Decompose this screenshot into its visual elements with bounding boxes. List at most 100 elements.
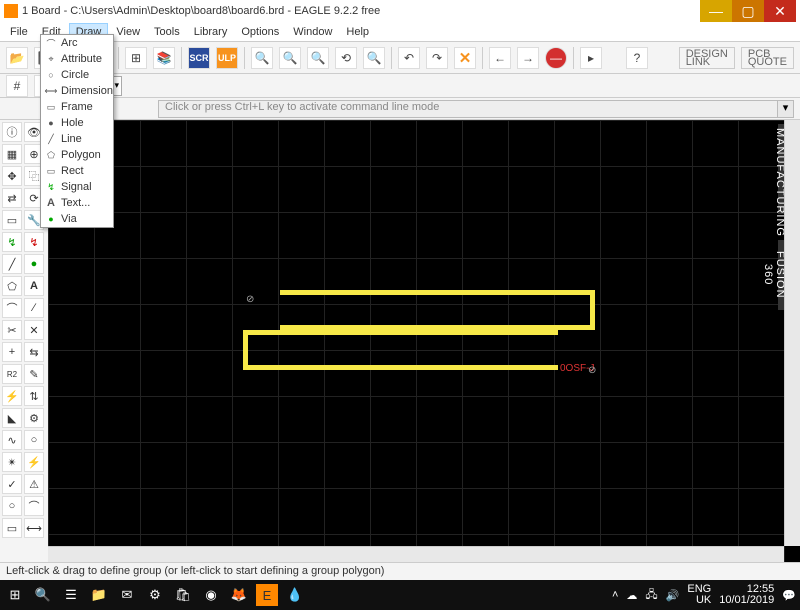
draw-attribute[interactable]: ⌖Attribute: [41, 51, 113, 67]
canvas[interactable]: ⊘ 0OSF-J ⊘ MANUFACTURING FUSION 360: [48, 120, 800, 562]
draw-dimension[interactable]: ⟷Dimension: [41, 83, 113, 99]
v-scrollbar[interactable]: [784, 120, 800, 546]
errors-tool[interactable]: ⚠: [24, 474, 44, 494]
menu-window[interactable]: Window: [287, 24, 338, 40]
route-tool[interactable]: ↯: [2, 232, 22, 252]
separator: [118, 47, 119, 69]
clock[interactable]: 12:5510/01/2019: [719, 584, 774, 606]
move-tool[interactable]: ✥: [2, 166, 22, 186]
draw-circle[interactable]: ○Circle: [41, 67, 113, 83]
name-tool[interactable]: R2: [2, 364, 22, 384]
settings-button[interactable]: ⚙: [144, 584, 166, 606]
value-tool[interactable]: ✎: [24, 364, 44, 384]
dimension-tool[interactable]: ⟷: [24, 518, 44, 538]
zoom-in-button[interactable]: 🔍: [279, 47, 301, 69]
ratsnest-tool[interactable]: ✴: [2, 452, 22, 472]
open-button[interactable]: 📂: [6, 47, 28, 69]
taskview-button[interactable]: ☰: [60, 584, 82, 606]
draw-text[interactable]: AText...: [41, 195, 113, 211]
grid-button[interactable]: #: [6, 75, 28, 97]
maximize-button[interactable]: ▢: [732, 0, 764, 22]
command-input[interactable]: Click or press Ctrl+L key to activate co…: [158, 100, 778, 118]
draw-hole[interactable]: ●Hole: [41, 115, 113, 131]
rect-tool[interactable]: ▭: [2, 518, 22, 538]
pcb-quote-button[interactable]: PCB QUOTE: [741, 47, 794, 69]
add-tool[interactable]: +: [2, 342, 22, 362]
draw-line[interactable]: ╱Line: [41, 131, 113, 147]
split-tool[interactable]: ✂: [2, 320, 22, 340]
scr-button[interactable]: SCR: [188, 47, 210, 69]
store-button[interactable]: 🛍: [172, 584, 194, 606]
menu-options[interactable]: Options: [235, 24, 285, 40]
erc-tool[interactable]: ✓: [2, 474, 22, 494]
library-button[interactable]: 📚: [153, 47, 175, 69]
arc-tool[interactable]: ⌒: [2, 298, 22, 318]
stop-button[interactable]: —: [545, 47, 567, 69]
group-tool[interactable]: ▭: [2, 210, 22, 230]
smash-tool[interactable]: ⚡: [2, 386, 22, 406]
command-dropdown[interactable]: ▾: [778, 100, 794, 118]
optimize-tool[interactable]: ⚙: [24, 408, 44, 428]
draw-arc[interactable]: ⌒Arc: [41, 35, 113, 51]
meander-tool[interactable]: ∿: [2, 430, 22, 450]
delete-tool[interactable]: ✕: [24, 320, 44, 340]
board-sch-button[interactable]: ⊞: [125, 47, 147, 69]
start-button[interactable]: ⊞: [4, 584, 26, 606]
firefox-button[interactable]: 🦊: [228, 584, 250, 606]
draw-rect[interactable]: ▭Rect: [41, 163, 113, 179]
ulp-button[interactable]: ULP: [216, 47, 238, 69]
mirror-tool[interactable]: ⇄: [2, 188, 22, 208]
other-task[interactable]: 💧: [284, 584, 306, 606]
layer-tool[interactable]: ▦: [2, 144, 22, 164]
search-button[interactable]: 🔍: [32, 584, 54, 606]
draw-polygon[interactable]: ⬠Polygon: [41, 147, 113, 163]
explorer-button[interactable]: 📁: [88, 584, 110, 606]
go-button[interactable]: ▸: [580, 47, 602, 69]
redo-button[interactable]: ↷: [426, 47, 448, 69]
menu-view[interactable]: View: [110, 24, 146, 40]
circle-tool[interactable]: ○: [2, 496, 22, 516]
zoom-redraw-button[interactable]: ⟲: [335, 47, 357, 69]
eagle-task[interactable]: E: [256, 584, 278, 606]
mail-button[interactable]: ✉: [116, 584, 138, 606]
design-link-button[interactable]: DESIGN LINK: [679, 47, 735, 69]
draw-frame[interactable]: ▭Frame: [41, 99, 113, 115]
help-button[interactable]: ?: [626, 47, 648, 69]
hole-icon: ●: [45, 117, 57, 129]
zoom-select-button[interactable]: 🔍: [363, 47, 385, 69]
hole2-tool[interactable]: ○: [24, 430, 44, 450]
cancel-button[interactable]: ✕: [454, 47, 476, 69]
back-button[interactable]: ←: [489, 47, 511, 69]
replace-tool[interactable]: ⇆: [24, 342, 44, 362]
lang-indicator[interactable]: ENGUK: [687, 584, 711, 606]
arc2-tool[interactable]: ⌒: [24, 496, 44, 516]
window-title: 1 Board - C:\Users\Admin\Desktop\board8\…: [22, 5, 380, 17]
wire-tool[interactable]: ╱: [2, 254, 22, 274]
tray-up-icon[interactable]: ˄: [612, 589, 618, 601]
zoom-fit-button[interactable]: 🔍: [251, 47, 273, 69]
line-icon: ╱: [45, 133, 57, 145]
ripup-tool[interactable]: ↯: [24, 232, 44, 252]
info-tool[interactable]: ⓘ: [2, 122, 22, 142]
close-button[interactable]: ✕: [764, 0, 796, 22]
menu-library[interactable]: Library: [188, 24, 234, 40]
text-tool[interactable]: A: [24, 276, 44, 296]
menu-file[interactable]: File: [4, 24, 34, 40]
draw-signal[interactable]: ↯Signal: [41, 179, 113, 195]
undo-button[interactable]: ↶: [398, 47, 420, 69]
via-tool[interactable]: ●: [24, 254, 44, 274]
tray-network-icon[interactable]: 🖧: [645, 586, 657, 605]
pinswap-tool[interactable]: ⇅: [24, 386, 44, 406]
miter-tool[interactable]: ◣: [2, 408, 22, 428]
zoom-out-button[interactable]: 🔍: [307, 47, 329, 69]
autoroute-tool[interactable]: ⚡: [24, 452, 44, 472]
menu-tools[interactable]: Tools: [148, 24, 186, 40]
draw-via[interactable]: ●Via: [41, 211, 113, 227]
forward-button[interactable]: →: [517, 47, 539, 69]
polygon-tool[interactable]: ⬠: [2, 276, 22, 296]
h-scrollbar[interactable]: [48, 546, 784, 562]
chrome-button[interactable]: ◉: [200, 584, 222, 606]
line-tool[interactable]: ∕: [24, 298, 44, 318]
menu-help[interactable]: Help: [340, 24, 375, 40]
minimize-button[interactable]: —: [700, 0, 732, 22]
